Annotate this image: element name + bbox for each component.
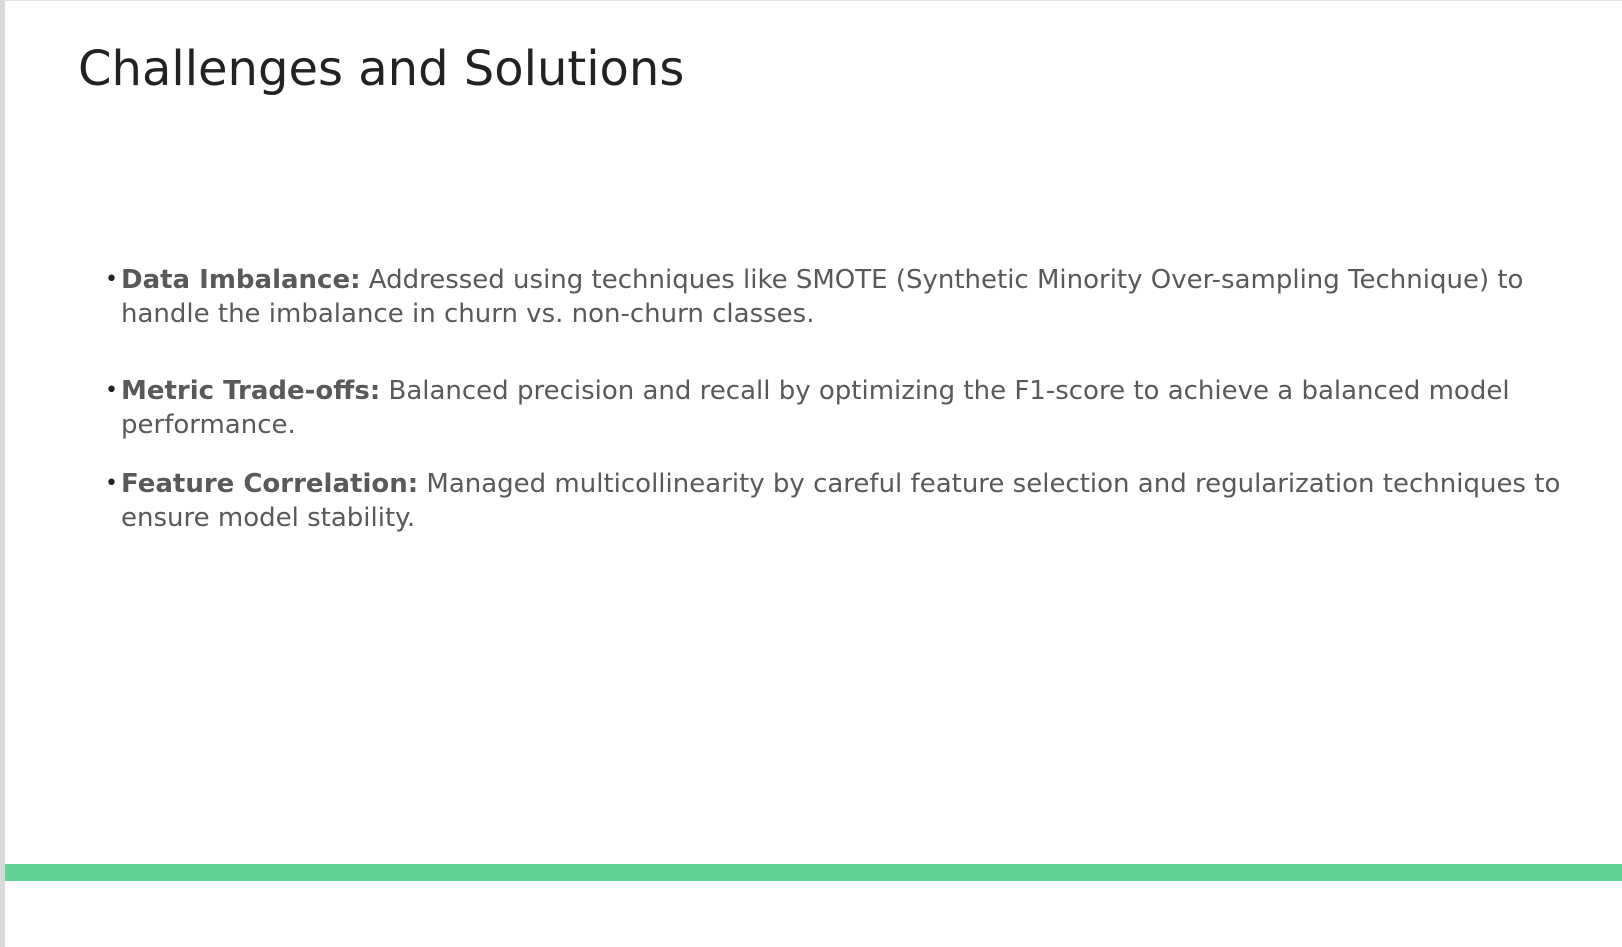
footer-accent-bar bbox=[5, 864, 1622, 881]
bullet-item: • Data Imbalance: Addressed using techni… bbox=[105, 263, 1585, 331]
bullet-list: • Data Imbalance: Addressed using techni… bbox=[105, 263, 1585, 535]
slide-title: Challenges and Solutions bbox=[78, 41, 685, 97]
bullet-term: Metric Trade-offs: bbox=[121, 376, 381, 406]
slide: Challenges and Solutions • Data Imbalanc… bbox=[0, 0, 1622, 947]
bullet-item: • Metric Trade-offs: Balanced precision … bbox=[105, 374, 1585, 442]
bullet-item: • Feature Correlation: Managed multicoll… bbox=[105, 467, 1585, 535]
bullet-icon: • bbox=[105, 471, 118, 496]
bullet-term: Data Imbalance: bbox=[121, 265, 361, 295]
bullet-term: Feature Correlation: bbox=[121, 469, 419, 499]
bullet-icon: • bbox=[105, 267, 118, 292]
bullet-icon: • bbox=[105, 378, 118, 403]
